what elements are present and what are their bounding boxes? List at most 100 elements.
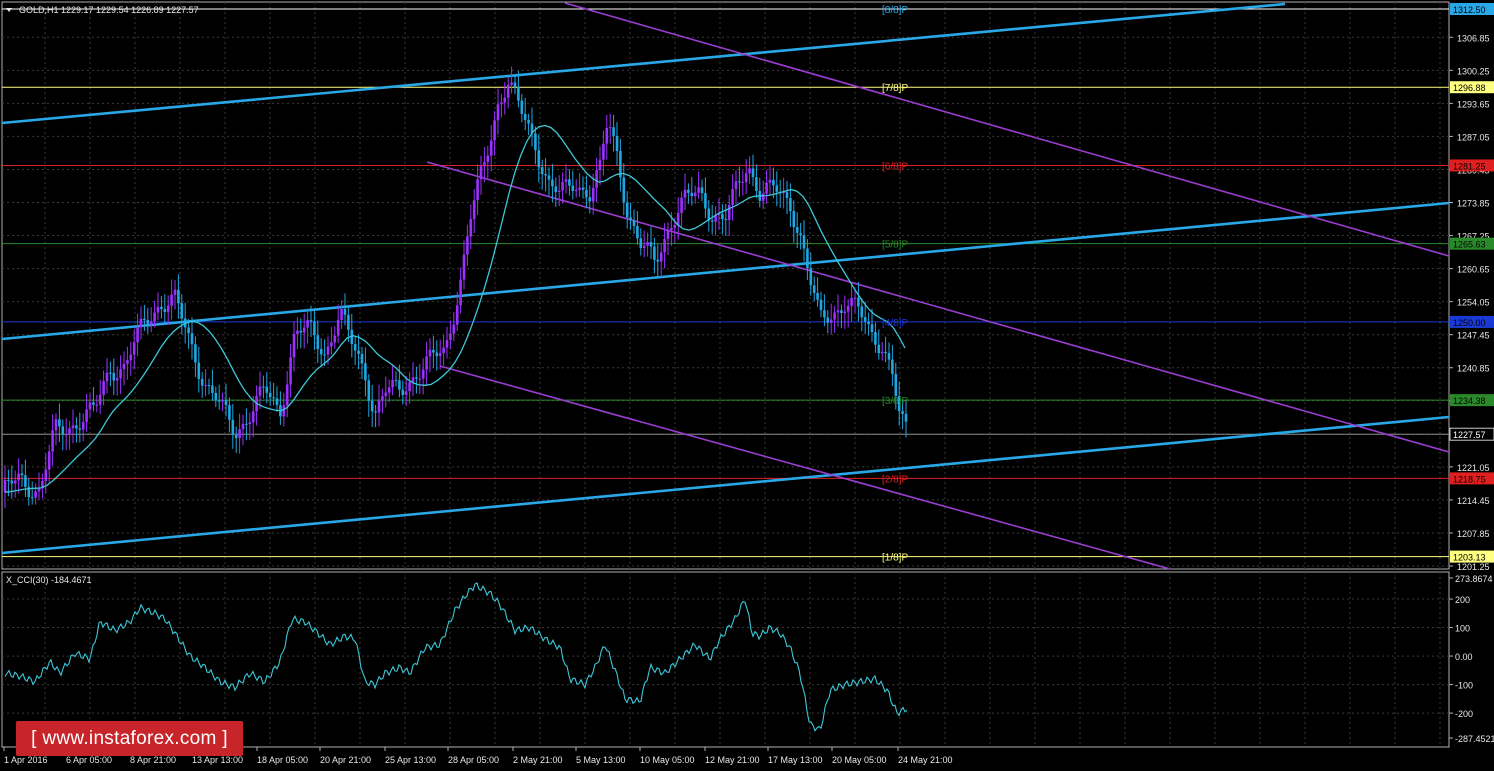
price-tick-label: 1287.05: [1457, 132, 1490, 142]
candle-body: [605, 127, 609, 144]
candle-body: [81, 422, 85, 430]
candle-body: [353, 344, 357, 351]
murrey-level-label: [5/8]P: [882, 240, 908, 251]
murrey-level-label: [4/8]P: [882, 318, 908, 329]
price-tick-label: 1201.25: [1457, 562, 1490, 572]
price-tick-label: 1207.85: [1457, 529, 1490, 539]
candle-body: [319, 348, 323, 355]
candle-body: [823, 310, 826, 318]
candle-body: [30, 497, 34, 499]
candle-body: [513, 82, 517, 88]
candle-body: [489, 140, 493, 156]
candle-body: [221, 399, 224, 402]
dropdown-arrow-icon[interactable]: [6, 8, 12, 12]
candle-body: [102, 381, 105, 395]
candle-body: [904, 413, 908, 422]
price-tick-label: 1240.85: [1457, 364, 1490, 374]
candle-body: [523, 113, 527, 120]
candle-body: [377, 400, 381, 413]
upper-channel-line: [1, 2, 1286, 125]
time-tick-label: 8 Apr 21:00: [130, 755, 176, 765]
candle-body: [479, 166, 483, 180]
time-tick-label: 20 May 05:00: [832, 755, 887, 765]
time-tick-label: 20 Apr 21:00: [320, 755, 371, 765]
candle-body: [561, 181, 564, 191]
time-tick-label: 25 Apr 13:00: [385, 755, 436, 765]
candle-body: [126, 360, 129, 364]
candle-body: [265, 386, 269, 393]
candle-body: [316, 335, 320, 349]
candle-body: [411, 377, 415, 383]
candle-body: [149, 321, 153, 325]
candle-body: [224, 399, 228, 406]
candle-body: [398, 380, 401, 390]
candle-body: [874, 332, 877, 345]
candle-body: [554, 186, 558, 192]
candle-body: [483, 162, 486, 167]
candle-body: [64, 434, 68, 436]
trading-chart[interactable]: [8/8]P [7/8]P [6/8]P [5/8]P [4/8]P [3/8]P [2/8…: [0, 0, 1494, 771]
candle-body: [34, 491, 37, 498]
candle-body: [387, 387, 391, 393]
candle-body: [323, 354, 326, 356]
candle-body: [462, 254, 466, 280]
candle-body: [432, 349, 435, 353]
candle-body: [520, 100, 524, 114]
candle-body: [455, 305, 459, 325]
cci-tick-label: 273.8674: [1455, 574, 1493, 584]
candle-body: [629, 217, 632, 221]
candle-body: [693, 192, 697, 197]
price-tick-label: 1247.45: [1457, 331, 1490, 341]
candle-body: [251, 411, 255, 423]
candle-body: [275, 398, 279, 406]
cci-tick-label: 0.00: [1455, 652, 1473, 662]
purple-channel-middle: [426, 161, 1450, 453]
candle-body: [809, 268, 813, 286]
cci-tick-label: 100: [1455, 624, 1470, 634]
price-tag-text: 1234.38: [1453, 396, 1486, 406]
candle-body: [738, 181, 741, 183]
candle-body: [98, 394, 102, 405]
candle-body: [61, 426, 65, 435]
candle-body: [731, 189, 734, 206]
candle-body: [598, 159, 602, 171]
time-tick-label: 18 Apr 05:00: [257, 755, 308, 765]
candle-body: [857, 297, 860, 307]
candle-body: [105, 372, 109, 382]
candle-body: [768, 179, 772, 183]
time-tick-label: 5 May 13:00: [576, 755, 626, 765]
candle-body: [867, 321, 870, 325]
candle-body: [163, 309, 167, 312]
candle-body: [207, 385, 211, 387]
candle-body: [816, 292, 819, 300]
candle-body: [404, 391, 408, 396]
candle-body: [666, 229, 670, 239]
cci-tick-label: -100: [1455, 681, 1473, 691]
candle-body: [51, 430, 54, 452]
candle-body: [309, 320, 313, 322]
candle-body: [282, 405, 286, 417]
candle-body: [880, 351, 884, 354]
candle-body: [115, 378, 119, 381]
price-tick-label: 1306.85: [1457, 33, 1490, 43]
candle-body: [670, 227, 673, 230]
candle-body: [843, 311, 847, 313]
candle-body: [551, 179, 554, 187]
candle-body: [408, 382, 411, 392]
price-tick-label: 1260.65: [1457, 265, 1490, 275]
candle-body: [578, 187, 581, 190]
candle-body: [75, 425, 78, 429]
instaforex-watermark: [ www.instaforex.com ]: [16, 721, 243, 756]
candle-body: [119, 369, 122, 379]
candle-body: [302, 327, 306, 333]
candle-body: [449, 333, 452, 341]
candle-body: [238, 429, 241, 439]
price-tag-text: 1218.75: [1453, 474, 1486, 484]
candle-body: [384, 392, 388, 397]
candle-body: [744, 173, 748, 183]
candle-body: [540, 167, 544, 175]
trend-channels[interactable]: [1, 2, 1450, 570]
candle-body: [534, 133, 537, 151]
candle-body: [200, 379, 204, 386]
candle-body: [663, 238, 666, 253]
